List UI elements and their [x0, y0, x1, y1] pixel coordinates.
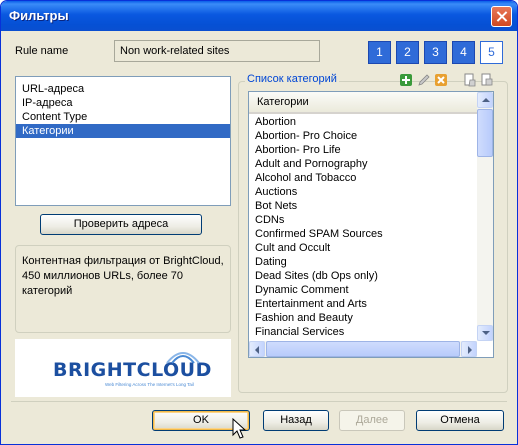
chevron-right-icon	[468, 346, 472, 354]
list-item[interactable]: Abortion- Pro Choice	[255, 129, 357, 143]
scroll-down-button[interactable]	[477, 325, 493, 341]
scroll-right-button[interactable]	[461, 341, 477, 357]
filter-type-list[interactable]: URL-адреса IP-адреса Content Type Катего…	[15, 76, 231, 206]
logo-arc-icon	[166, 352, 200, 364]
list-item[interactable]: Adult and Pornography	[255, 157, 368, 171]
scroll-up-button[interactable]	[477, 92, 493, 108]
export-icon[interactable]	[480, 73, 494, 87]
add-icon[interactable]	[399, 73, 413, 87]
list-item[interactable]: Dynamic Comment	[255, 283, 349, 297]
divider	[11, 401, 507, 402]
vertical-scrollbar[interactable]	[477, 92, 493, 341]
list-item[interactable]: Abortion- Pro Life	[255, 143, 341, 157]
description-box: Контентная фильтрация от BrightCloud, 45…	[15, 245, 231, 333]
category-list[interactable]: Категории Abortion Abortion- Pro Choice …	[248, 91, 494, 358]
chevron-down-icon	[482, 331, 490, 335]
import-icon[interactable]	[463, 73, 477, 87]
list-item[interactable]: Abortion	[255, 115, 296, 129]
step-4-button[interactable]: 4	[452, 41, 475, 64]
list-item[interactable]: Bot Nets	[255, 199, 297, 213]
window-title: Фильтры	[9, 8, 69, 23]
step-1-button[interactable]: 1	[368, 41, 391, 64]
list-item[interactable]: Confirmed SPAM Sources	[255, 227, 383, 241]
category-column-header[interactable]: Категории	[249, 92, 477, 114]
step-3-button[interactable]: 3	[424, 41, 447, 64]
list-item[interactable]: CDNs	[255, 213, 284, 227]
description-text: Контентная фильтрация от BrightCloud, 45…	[22, 255, 224, 297]
check-addresses-button[interactable]: Проверить адреса	[40, 214, 202, 235]
filter-item-content-type[interactable]: Content Type	[16, 110, 230, 124]
list-item[interactable]: Cult and Occult	[255, 241, 330, 255]
close-icon[interactable]	[491, 6, 512, 27]
horizontal-scrollbar[interactable]	[249, 341, 477, 357]
list-item[interactable]: Fashion and Beauty	[255, 311, 353, 325]
brightcloud-logo: BRIGHTCLOUD Web Filtering Across The Int…	[15, 339, 231, 397]
cancel-button[interactable]: Отмена	[416, 410, 504, 431]
filter-item-categories[interactable]: Категории	[16, 124, 230, 138]
list-item[interactable]: Financial Services	[255, 325, 344, 339]
horizontal-scroll-thumb[interactable]	[266, 341, 460, 357]
delete-icon[interactable]	[434, 73, 448, 87]
filters-dialog: Фильтры Rule name Non work-related sites…	[0, 0, 518, 445]
logo-tagline: Web Filtering Across The Internet's Long…	[105, 382, 194, 387]
back-button[interactable]: Назад	[263, 410, 329, 431]
scroll-left-button[interactable]	[249, 341, 265, 357]
edit-icon[interactable]	[417, 73, 431, 87]
list-item[interactable]: Alcohol and Tobacco	[255, 171, 356, 185]
chevron-left-icon	[255, 346, 259, 354]
filter-item-url[interactable]: URL-адреса	[16, 82, 230, 96]
filter-item-ip[interactable]: IP-адреса	[16, 96, 230, 110]
mouse-cursor-icon	[232, 418, 247, 439]
list-item[interactable]: Dating	[255, 255, 287, 269]
categories-group-title: Список категорий	[245, 73, 339, 85]
step-2-button[interactable]: 2	[396, 41, 419, 64]
scroll-thumb[interactable]	[477, 109, 493, 157]
list-item[interactable]: Auctions	[255, 185, 297, 199]
chevron-up-icon	[482, 98, 490, 102]
rule-name-field[interactable]: Non work-related sites	[114, 40, 320, 62]
step-5-button[interactable]: 5	[480, 41, 503, 64]
rule-name-label: Rule name	[15, 45, 69, 57]
title-bar[interactable]: Фильтры	[1, 1, 517, 31]
next-button[interactable]: Далее	[339, 410, 405, 431]
list-item[interactable]: Dead Sites (db Ops only)	[255, 269, 378, 283]
list-item[interactable]: Entertainment and Arts	[255, 297, 367, 311]
